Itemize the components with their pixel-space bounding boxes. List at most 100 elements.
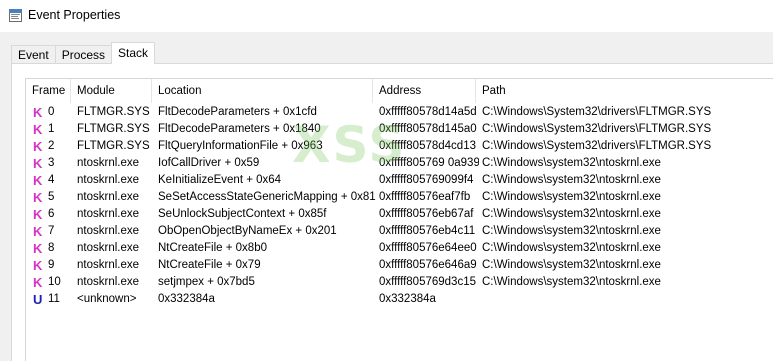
path-cell: C:\Windows\system32\ntoskrnl.exe (482, 191, 661, 203)
tab-process[interactable]: Process (54, 45, 113, 64)
stack-row[interactable]: K 10 ntoskrnl.exe setjmpex + 0x7bd5 0xfffff8… (26, 274, 773, 291)
module-cell: ntoskrnl.exe (77, 225, 140, 237)
column-header-location[interactable]: Location (152, 79, 373, 103)
location-cell: NtCreateFile + 0x8b0 (158, 242, 267, 254)
stack-row[interactable]: K 1 FLTMGR.SYS FltDecodeParameters + 0x1840… (26, 121, 773, 138)
location-cell: 0x332384a (158, 293, 215, 305)
user-mode-marker-icon: U (33, 292, 43, 307)
path-cell: C:\Windows\system32\ntoskrnl.exe (482, 157, 661, 169)
stack-row[interactable]: K 4 ntoskrnl.exe KeInitializeEvent + 0x64 0x… (26, 172, 773, 189)
module-cell: ntoskrnl.exe (77, 174, 140, 186)
column-header-address[interactable]: Address (373, 79, 476, 103)
frame-number: 6 (48, 208, 55, 220)
location-cell: SeUnlockSubjectContext + 0x85f (158, 208, 327, 220)
frame-number: 3 (48, 157, 55, 169)
stack-row[interactable]: K 2 FLTMGR.SYS FltQueryInformationFile + 0x… (26, 138, 773, 155)
module-cell: <unknown> (77, 293, 137, 305)
stack-row[interactable]: K 5 ntoskrnl.exe SeSetAccessStateGenericMap… (26, 189, 773, 206)
address-cell: 0xfffff805769 0a939 (379, 157, 479, 169)
column-header-path[interactable]: Path (476, 79, 773, 103)
module-cell: ntoskrnl.exe (77, 276, 140, 288)
tab-stack[interactable]: Stack (111, 42, 156, 64)
stack-row[interactable]: K 9 ntoskrnl.exe NtCreateFile + 0x79 0xfffff… (26, 257, 773, 274)
path-cell: C:\Windows\system32\ntoskrnl.exe (482, 259, 661, 271)
frame-number: 1 (48, 123, 55, 135)
stack-row[interactable]: K 0 FLTMGR.SYS FltDecodeParameters + 0x1cfd… (26, 104, 773, 121)
kernel-mode-marker-icon: K (33, 224, 43, 239)
stack-row[interactable]: K 6 ntoskrnl.exe SeUnlockSubjectContext + 0… (26, 206, 773, 223)
module-cell: ntoskrnl.exe (77, 242, 140, 254)
address-cell: 0x332384a (379, 293, 436, 305)
address-cell: 0xfffff80578d4cd13 (379, 140, 476, 152)
window-title: Event Properties (28, 8, 121, 22)
location-cell: FltDecodeParameters + 0x1cfd (158, 106, 317, 118)
path-cell (482, 291, 772, 308)
location-cell: setjmpex + 0x7bd5 (158, 276, 255, 288)
address-cell: 0xfffff80576eb67af (379, 208, 474, 220)
column-header-row: Frame Module Location Address Path (26, 79, 773, 103)
stack-tab-panel: Frame Module Location Address Path K 0 FLT… (11, 63, 773, 361)
address-cell: 0xfffff80576e64ee0 (379, 242, 477, 254)
frame-number: 0 (48, 106, 55, 118)
frame-number: 2 (48, 140, 55, 152)
frame-number: 8 (48, 242, 55, 254)
kernel-mode-marker-icon: K (33, 190, 43, 205)
kernel-mode-marker-icon: K (33, 275, 43, 290)
frame-number: 5 (48, 191, 55, 203)
frame-number: 7 (48, 225, 55, 237)
location-cell: IofCallDriver + 0x59 (158, 157, 260, 169)
kernel-mode-marker-icon: K (33, 241, 43, 256)
frame-number: 9 (48, 259, 55, 271)
location-cell: NtCreateFile + 0x79 (158, 259, 261, 271)
path-cell: C:\Windows\system32\ntoskrnl.exe (482, 276, 661, 288)
module-cell: ntoskrnl.exe (77, 157, 140, 169)
tabs-area: Event Process Stack Frame Module Locatio… (0, 32, 773, 361)
location-cell: FltQueryInformationFile + 0x963 (158, 140, 323, 152)
address-cell: 0xfffff80578d145a0 (379, 123, 477, 135)
location-cell: KeInitializeEvent + 0x64 (158, 174, 282, 186)
frame-number: 10 (48, 276, 61, 288)
column-header-module[interactable]: Module (71, 79, 152, 103)
address-cell: 0xfffff80576eb4c11 (379, 225, 476, 237)
column-header-frame[interactable]: Frame (26, 79, 71, 103)
stack-list[interactable]: Frame Module Location Address Path K 0 FLT… (25, 78, 773, 361)
path-cell: C:\Windows\System32\drivers\FLTMGR.SYS (482, 123, 712, 135)
event-properties-window: Event Properties Event Process Stack Fra… (0, 0, 773, 361)
stack-row[interactable]: K 7 ntoskrnl.exe ObOpenObjectByNameEx + 0x2… (26, 223, 773, 240)
frame-number: 11 (48, 293, 60, 305)
path-cell: C:\Windows\system32\ntoskrnl.exe (482, 242, 661, 254)
module-cell: FLTMGR.SYS (77, 140, 150, 152)
module-cell: FLTMGR.SYS (77, 123, 150, 135)
tab-event[interactable]: Event (11, 45, 56, 64)
stack-row[interactable]: K 3 ntoskrnl.exe IofCallDriver + 0x59 0xffff… (26, 155, 773, 172)
module-cell: ntoskrnl.exe (77, 191, 140, 203)
module-cell: FLTMGR.SYS (77, 106, 150, 118)
address-cell: 0xfffff80578d14a5d (379, 106, 477, 118)
path-cell: C:\Windows\System32\drivers\FLTMGR.SYS (482, 106, 712, 118)
stack-row[interactable]: U 11 <unknown> 0x332384a 0x332384a (26, 291, 773, 308)
kernel-mode-marker-icon: K (33, 139, 43, 154)
title-bar[interactable]: Event Properties (0, 0, 773, 32)
module-cell: ntoskrnl.exe (77, 259, 140, 271)
module-cell: ntoskrnl.exe (77, 208, 140, 220)
kernel-mode-marker-icon: K (33, 173, 43, 188)
kernel-mode-marker-icon: K (33, 258, 43, 273)
path-cell: C:\Windows\system32\ntoskrnl.exe (482, 208, 661, 220)
location-cell: SeSetAccessStateGenericMapping + 0x81b (158, 191, 376, 203)
kernel-mode-marker-icon: K (33, 122, 43, 137)
stack-row[interactable]: K 8 ntoskrnl.exe NtCreateFile + 0x8b0 0xffff… (26, 240, 773, 257)
tab-strip: Event Process Stack (11, 42, 156, 64)
location-cell: ObOpenObjectByNameEx + 0x201 (158, 225, 337, 237)
path-cell: C:\Windows\system32\ntoskrnl.exe (482, 174, 661, 186)
event-properties-icon (9, 8, 22, 22)
kernel-mode-marker-icon: K (33, 156, 43, 171)
address-cell: 0xfffff80576e646a9 (379, 259, 477, 271)
address-cell: 0xfffff805769d3c15 (379, 276, 476, 288)
location-cell: FltDecodeParameters + 0x1840 (158, 123, 321, 135)
kernel-mode-marker-icon: K (33, 207, 43, 222)
kernel-mode-marker-icon: K (33, 105, 43, 120)
frame-number: 4 (48, 174, 55, 186)
path-cell: C:\Windows\System32\drivers\FLTMGR.SYS (482, 140, 712, 152)
path-cell: C:\Windows\system32\ntoskrnl.exe (482, 225, 661, 237)
address-cell: 0xfffff805769099f4 (379, 174, 474, 186)
